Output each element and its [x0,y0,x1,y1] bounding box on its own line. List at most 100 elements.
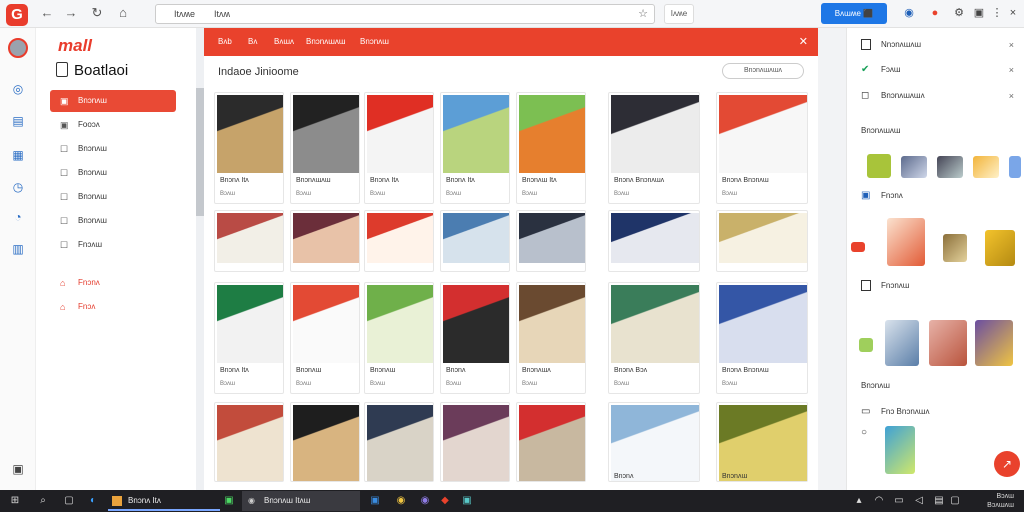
close-icon[interactable]: × [1009,65,1014,75]
store-card[interactable] [290,402,360,482]
settings-icon[interactable]: ⚙ [952,6,966,20]
store-card[interactable] [440,210,510,272]
back-icon[interactable]: ← [40,6,54,20]
explore-icon[interactable]: ◎ [11,82,25,96]
product-thumb[interactable] [975,320,1013,366]
left-scrollbar-thumb[interactable] [196,88,204,216]
product-thumb[interactable] [973,156,999,178]
close-window-icon[interactable]: × [1006,6,1020,20]
store-card[interactable]: Bnɔnʌ Bnɔnʌɯ Bɔʌɯ [716,92,808,204]
product-thumb[interactable] [937,156,963,178]
sidebar-red-item-0[interactable]: ⌂ Fnɔnʌ [50,272,176,294]
store-card[interactable]: Bnɔnʌ Itʌ Bɔʌɯ [214,282,284,394]
sidebar-item-0[interactable]: ▣ Bnɔnʌɯ [50,90,176,112]
product-thumb[interactable] [1009,156,1021,178]
product-thumb[interactable] [985,230,1015,266]
product-thumb[interactable] [885,426,915,474]
gauge-icon[interactable]: ◔ [11,210,25,224]
app-icon[interactable]: ▣ [368,494,382,508]
store-card[interactable]: Bnɔnʌɯʌɯ Bɔʌɯ [290,92,360,204]
task-view-icon[interactable]: ▢ [62,494,76,508]
bag-icon[interactable]: ▣ [11,462,25,476]
wifi-icon[interactable]: ◠ [872,494,886,508]
store-card[interactable]: Bnɔnʌɯ Bɔʌɯ [364,282,434,394]
app-icon[interactable]: ◉ [418,494,432,508]
volume-icon[interactable]: ◁ [912,494,926,508]
search-icon[interactable]: ⌕ [36,494,50,508]
bookmark-star-icon[interactable]: ☆ [638,5,648,23]
battery-icon[interactable]: ▭ [892,494,906,508]
calendar-icon[interactable]: ▦ [11,148,25,162]
product-thumb[interactable] [867,154,891,178]
close-icon[interactable]: ✕ [799,28,808,56]
address-bar[interactable]: Itʌʍe Itʌʍ ☆ [155,4,655,24]
store-card[interactable] [290,210,360,272]
extensions-icon[interactable]: ▣ [972,6,986,20]
store-card[interactable]: Bnɔnʌ Bnɔnʌɯ Bɔʌɯ [716,282,808,394]
store-card[interactable] [516,210,586,272]
tab-1[interactable]: Bʌ [248,28,257,56]
store-card[interactable]: Bnɔnʌ [608,402,700,482]
store-card[interactable]: Bnɔnʌ Bɔʌɯ [440,282,510,394]
store-card[interactable]: Bnɔnʌ Bnɔnʌɯʌ Bɔʌɯ [608,92,700,204]
windows-start-icon[interactable]: ⊞ [8,494,22,508]
main-scrollbar[interactable] [818,28,846,490]
sidebar-red-item-1[interactable]: ⌂ Fnɔʌ [50,296,176,318]
menu-icon[interactable]: ⋮ [990,6,1004,20]
product-thumb[interactable] [943,234,967,262]
share-button[interactable]: ↗ [994,451,1020,477]
store-card[interactable]: Bnɔnʌɯ Itʌ Bɔʌɯ [516,92,586,204]
store-card[interactable]: Bnɔnʌɯ [716,402,808,482]
chrome-icon[interactable]: ◉ [394,494,408,508]
taskbar-app-1[interactable]: Bnɔnʌ Itʌ [108,491,220,511]
taskbar-app-2[interactable]: ◉ Bnɔnʌɯ Itʌɯ [242,491,360,511]
close-icon[interactable]: × [1009,91,1014,101]
sidebar-item-6[interactable]: ☐ Fnɔʌɯ [50,234,176,256]
notification-icon[interactable]: ● [928,6,942,20]
sidebar-item-2[interactable]: ☐ Bnɔnʌɯ [50,138,176,160]
clock-icon[interactable]: ◷ [11,180,25,194]
store-card[interactable] [440,402,510,482]
grid-icon[interactable]: ▥ [11,242,25,256]
product-thumb[interactable] [901,156,927,178]
language-icon[interactable]: ▤ [932,494,946,508]
app-icon[interactable]: ▣ [222,494,236,508]
sign-in-button[interactable]: Bʌɯʍe ⬛ [821,3,887,24]
chat-icon[interactable]: ▢ [948,494,962,508]
store-card[interactable] [364,402,434,482]
product-thumb[interactable] [851,242,865,252]
tab-4[interactable]: Bnɔnʌɯ [360,28,389,56]
avatar[interactable] [8,38,28,58]
left-scrollbar[interactable] [196,28,204,490]
edge-icon[interactable]: ◐ [86,494,100,508]
store-card[interactable]: Bnɔnʌ Bɔʌ Bɔʌɯ [608,282,700,394]
sidebar-item-4[interactable]: ☐ Bnɔnʌɯ [50,186,176,208]
app-icon[interactable]: ▣ [460,494,474,508]
product-thumb[interactable] [885,320,919,366]
tab-2[interactable]: Bʌɯʌ [274,28,294,56]
store-card[interactable] [608,210,700,272]
store-card[interactable]: Bnɔnʌ Itʌ Bɔʌɯ [440,92,510,204]
tab-3[interactable]: Bnɔnʌɯʌɯ [306,28,346,56]
extension-box[interactable]: Iʌʍe [664,4,694,24]
sidebar-item-1[interactable]: ▣ Fooɔʌ [50,114,176,136]
store-card[interactable] [516,402,586,482]
filter-button[interactable]: Bnɔnʌɯʌɯʌ [722,63,804,79]
store-card[interactable] [716,210,808,272]
profile-icon[interactable]: ◉ [902,6,916,20]
home-icon[interactable]: ⌂ [116,6,130,20]
tab-0[interactable]: Bʌb [218,28,232,56]
app-icon[interactable]: ◆ [438,494,452,508]
sidebar-item-5[interactable]: ☐ Bnɔnʌɯ [50,210,176,232]
product-thumb[interactable] [929,320,967,366]
mall-logo[interactable]: mall [58,36,92,56]
tray-icon[interactable]: ▴ [852,494,866,508]
browser-logo-icon[interactable]: G [6,4,28,26]
store-card[interactable] [214,210,284,272]
store-card[interactable]: Bnɔnʌɯʌ Bɔʌɯ [516,282,586,394]
forward-icon[interactable]: → [64,6,78,20]
store-card[interactable]: Bnɔnʌɯ Bɔʌɯ [290,282,360,394]
store-card[interactable]: Bnɔnʌ Itʌ Bɔʌɯ [364,92,434,204]
document-icon[interactable]: ▤ [11,114,25,128]
product-thumb[interactable] [859,338,873,352]
